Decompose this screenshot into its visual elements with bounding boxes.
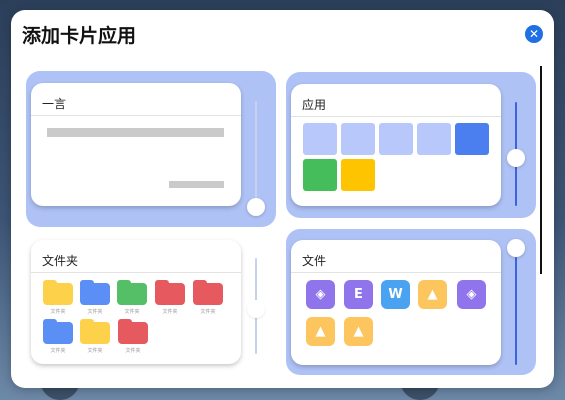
card-title: 文件 — [302, 254, 327, 268]
folder-label: 文件夹 — [124, 309, 140, 315]
toggle-track[interactable] — [255, 101, 257, 211]
folder-label: 文件夹 — [87, 309, 103, 315]
card-slot-yiyan[interactable]: 一言 — [26, 71, 276, 227]
app-tile[interactable] — [455, 123, 489, 155]
w-document-icon[interactable]: W — [381, 280, 410, 309]
card-title: 文件夹 — [42, 254, 79, 268]
image-file-icon[interactable]: ▲ — [306, 317, 335, 346]
close-button[interactable]: ✕ — [525, 25, 543, 43]
image-file-icon[interactable]: ▲ — [418, 280, 447, 309]
dialog-title: 添加卡片应用 — [22, 25, 137, 47]
card-slot-apps[interactable]: 应用 — [286, 72, 536, 218]
card-title: 一言 — [42, 97, 67, 111]
toggle-thumb[interactable] — [247, 198, 265, 216]
card-title: 应用 — [302, 98, 327, 112]
divider — [31, 115, 241, 116]
card-slot-folders[interactable]: 文件夹 文件夹 文件夹 文件夹 文件夹 文件夹 文件夹 文件夹 文件夹 — [26, 232, 276, 377]
app-tile[interactable] — [417, 123, 451, 155]
folder-label: 文件夹 — [162, 309, 178, 315]
folder-label: 文件夹 — [50, 348, 66, 354]
card-files[interactable]: 文件 ◈ E W ▲ ◈ ▲ ▲ — [291, 240, 501, 365]
e-document-icon[interactable]: E — [344, 280, 373, 309]
app-tile[interactable] — [303, 123, 337, 155]
card-folders[interactable]: 文件夹 文件夹 文件夹 文件夹 文件夹 文件夹 文件夹 文件夹 文件夹 — [31, 240, 241, 364]
divider — [31, 272, 241, 273]
card-yiyan[interactable]: 一言 — [31, 83, 241, 206]
toggle-thumb[interactable] — [247, 300, 265, 318]
placeholder-text-bar — [169, 181, 224, 188]
folder-label: 文件夹 — [87, 348, 103, 354]
divider — [291, 272, 501, 273]
image-file-icon[interactable]: ▲ — [344, 317, 373, 346]
placeholder-text-bar — [47, 128, 224, 137]
cube-icon[interactable]: ◈ — [306, 280, 335, 309]
scrollbar[interactable] — [540, 66, 542, 274]
folder-label: 文件夹 — [125, 348, 141, 354]
divider — [291, 116, 501, 117]
app-tile[interactable] — [341, 123, 375, 155]
card-slot-files[interactable]: 文件 ◈ E W ▲ ◈ ▲ ▲ — [286, 229, 536, 375]
toggle-thumb[interactable] — [507, 149, 525, 167]
app-tile[interactable] — [379, 123, 413, 155]
toggle-thumb[interactable] — [507, 239, 525, 257]
close-icon: ✕ — [528, 27, 540, 41]
toggle-track[interactable] — [515, 257, 517, 365]
app-tile[interactable] — [341, 159, 375, 191]
folder-label: 文件夹 — [50, 309, 66, 315]
cube-icon[interactable]: ◈ — [457, 280, 486, 309]
add-card-dialog: 添加卡片应用 ✕ 一言 应用 文件夹 文件夹 文件夹 文件夹 文件夹 文件夹 文… — [11, 10, 554, 388]
app-tile[interactable] — [303, 159, 337, 191]
card-apps[interactable]: 应用 — [291, 84, 501, 206]
folder-label: 文件夹 — [200, 309, 216, 315]
